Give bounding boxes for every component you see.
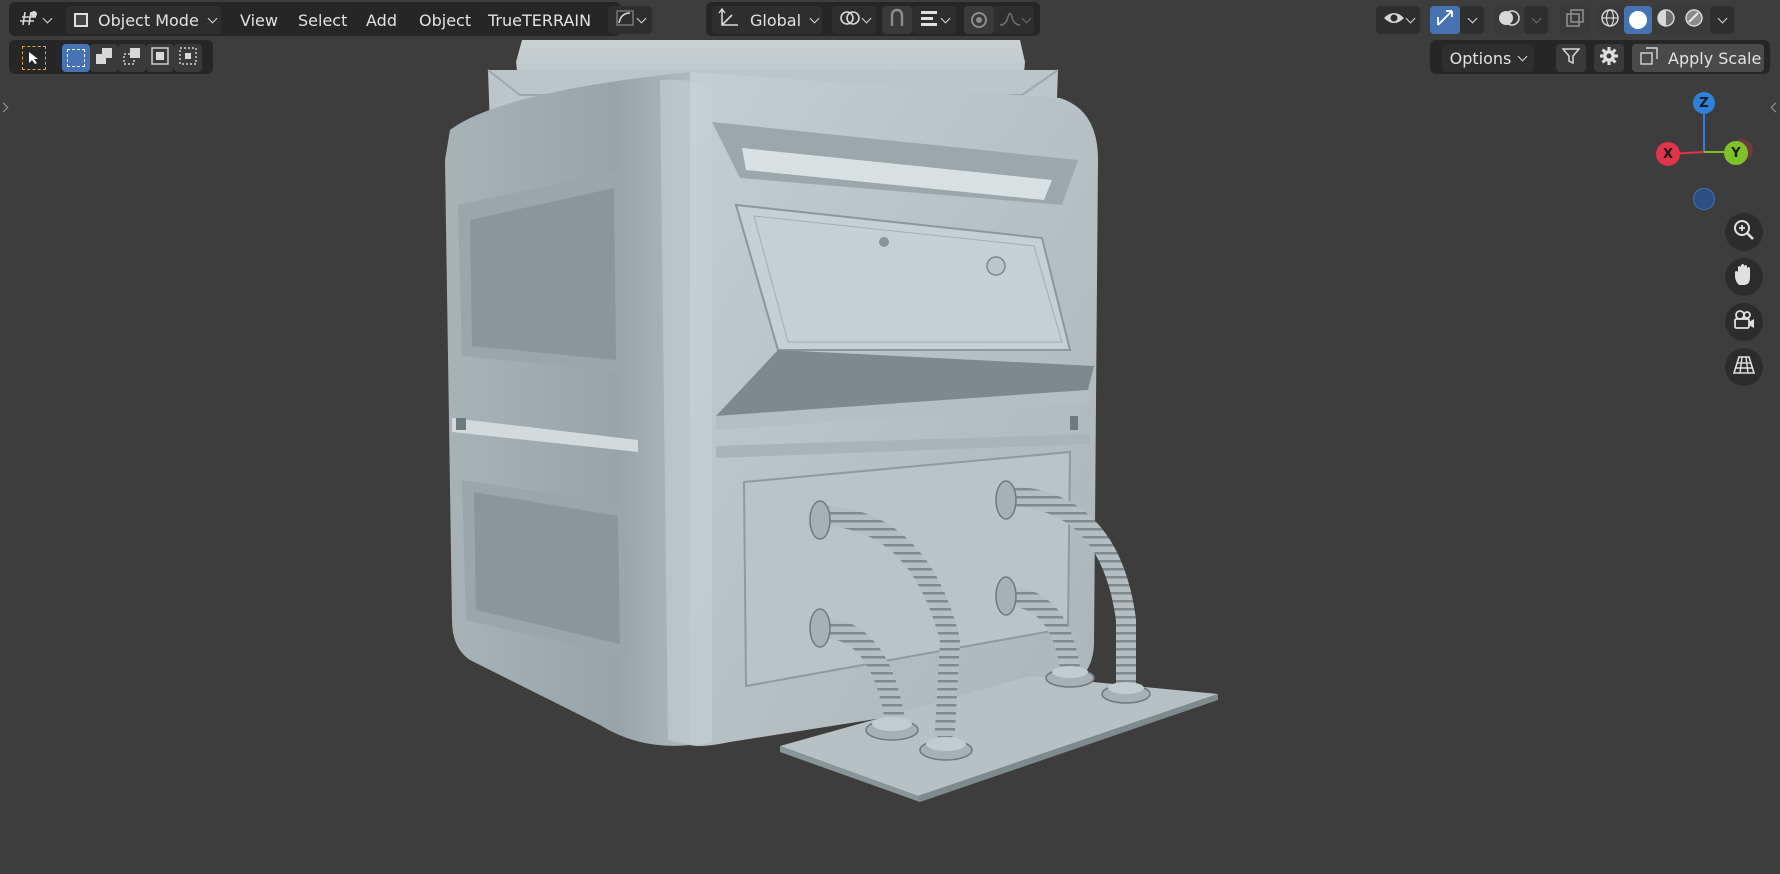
editor-type-button[interactable] [14,6,54,34]
visibility-dropdown[interactable] [1376,6,1420,34]
gizmo-axis-x[interactable]: X [1656,142,1680,166]
3d-viewport[interactable]: Object Mode View Select Add Object TrueT… [0,0,1780,874]
select-new-icon [67,49,85,67]
shading-solid[interactable] [1624,6,1652,34]
settings-button[interactable] [1594,44,1624,72]
select-invert-icon [150,46,170,70]
apply-scale-button[interactable]: Apply Scale [1632,44,1764,72]
overlays-icon [1498,8,1520,32]
pivot-point-dropdown[interactable] [832,6,876,34]
menu-view[interactable]: View [232,7,286,33]
gizmo-z-label: Z [1699,95,1709,111]
menu-select[interactable]: Select [290,7,355,33]
options-label: Options [1449,48,1512,68]
gear-icon [1599,46,1619,70]
gizmo-x-label: X [1662,146,1674,162]
transform-orientation-label: Global [750,10,802,30]
wireframe-shading-icon [1600,8,1620,32]
menu-trueterrain[interactable]: TrueTERRAIN [480,7,599,33]
filter-button[interactable] [1556,44,1586,72]
select-extend-icon [94,46,114,70]
gizmo-axis-z[interactable]: Z [1693,92,1715,114]
options-dropdown[interactable]: Options [1442,44,1534,72]
shading-rendered[interactable] [1680,6,1708,34]
select-mode-subtract[interactable] [118,44,146,72]
shading-dropdown[interactable] [1710,6,1734,34]
overlays-dropdown[interactable] [1524,6,1548,34]
gizmo-toggle[interactable] [1430,6,1460,34]
mode-label: Object Mode [98,10,199,30]
snap-target-dropdown[interactable] [912,6,956,34]
gizmo-axis-neg-z[interactable] [1693,188,1715,210]
gizmo-axis-y[interactable]: Y [1724,141,1748,165]
menu-object[interactable]: Object [411,7,479,33]
pan-button[interactable] [1725,258,1763,296]
gizmo-y-label: Y [1731,145,1741,161]
camera-view-button[interactable] [1725,303,1763,341]
overlays-toggle[interactable] [1494,6,1524,34]
apply-scale-label: Apply Scale [1668,48,1762,68]
select-mode-intersect[interactable] [174,44,202,72]
hand-pan-icon [1733,263,1755,291]
camera-view-icon [1732,309,1756,335]
editor-type-icon [18,9,40,31]
model-render [445,40,1218,802]
proportional-editing-toggle[interactable] [964,6,994,34]
solid-shading-icon [1629,11,1647,29]
material-shading-icon [1656,8,1676,32]
snap-toggle[interactable] [882,6,912,34]
select-subtract-icon [122,46,142,70]
object-mode-icon [74,13,88,27]
filter-icon [1561,47,1581,69]
falloff-icon [999,9,1021,31]
shading-material[interactable] [1652,6,1680,34]
select-mode-invert[interactable] [146,44,174,72]
select-mode-extend[interactable] [90,44,118,72]
select-box-tool-icon [22,46,46,70]
transform-orientation-icon [718,7,740,32]
zoom-button[interactable] [1725,213,1763,251]
gizmo-dropdown[interactable] [1460,6,1484,34]
curve-dropdown[interactable] [608,6,652,34]
gizmo-toggle-icon [1435,8,1455,32]
body-left-side [445,72,690,746]
apply-scale-icon [1640,47,1658,69]
menu-add[interactable]: Add [358,7,405,33]
xray-toggle[interactable] [1560,6,1590,34]
snap-target-icon [920,9,938,31]
mode-dropdown[interactable]: Object Mode [66,6,221,34]
xray-icon [1565,8,1585,32]
zoom-icon [1733,219,1755,245]
proportional-editing-icon [971,12,987,28]
rendered-shading-icon [1684,8,1704,32]
select-intersect-icon [178,46,198,70]
falloff-dropdown[interactable] [994,6,1034,34]
transform-orientation-dropdown[interactable]: Global [712,6,822,34]
active-tool-button[interactable] [18,44,50,72]
shading-wireframe[interactable] [1596,6,1624,34]
ortho-grid-icon [1732,355,1756,379]
viewport-header: Object Mode View Select Add Object TrueT… [0,0,1780,40]
curve-icon [615,10,634,30]
select-mode-new[interactable] [62,44,90,72]
snap-icon [888,8,906,32]
ortho-toggle-button[interactable] [1725,348,1763,386]
pivot-point-icon [839,8,861,32]
visibility-eye-icon [1383,9,1405,31]
